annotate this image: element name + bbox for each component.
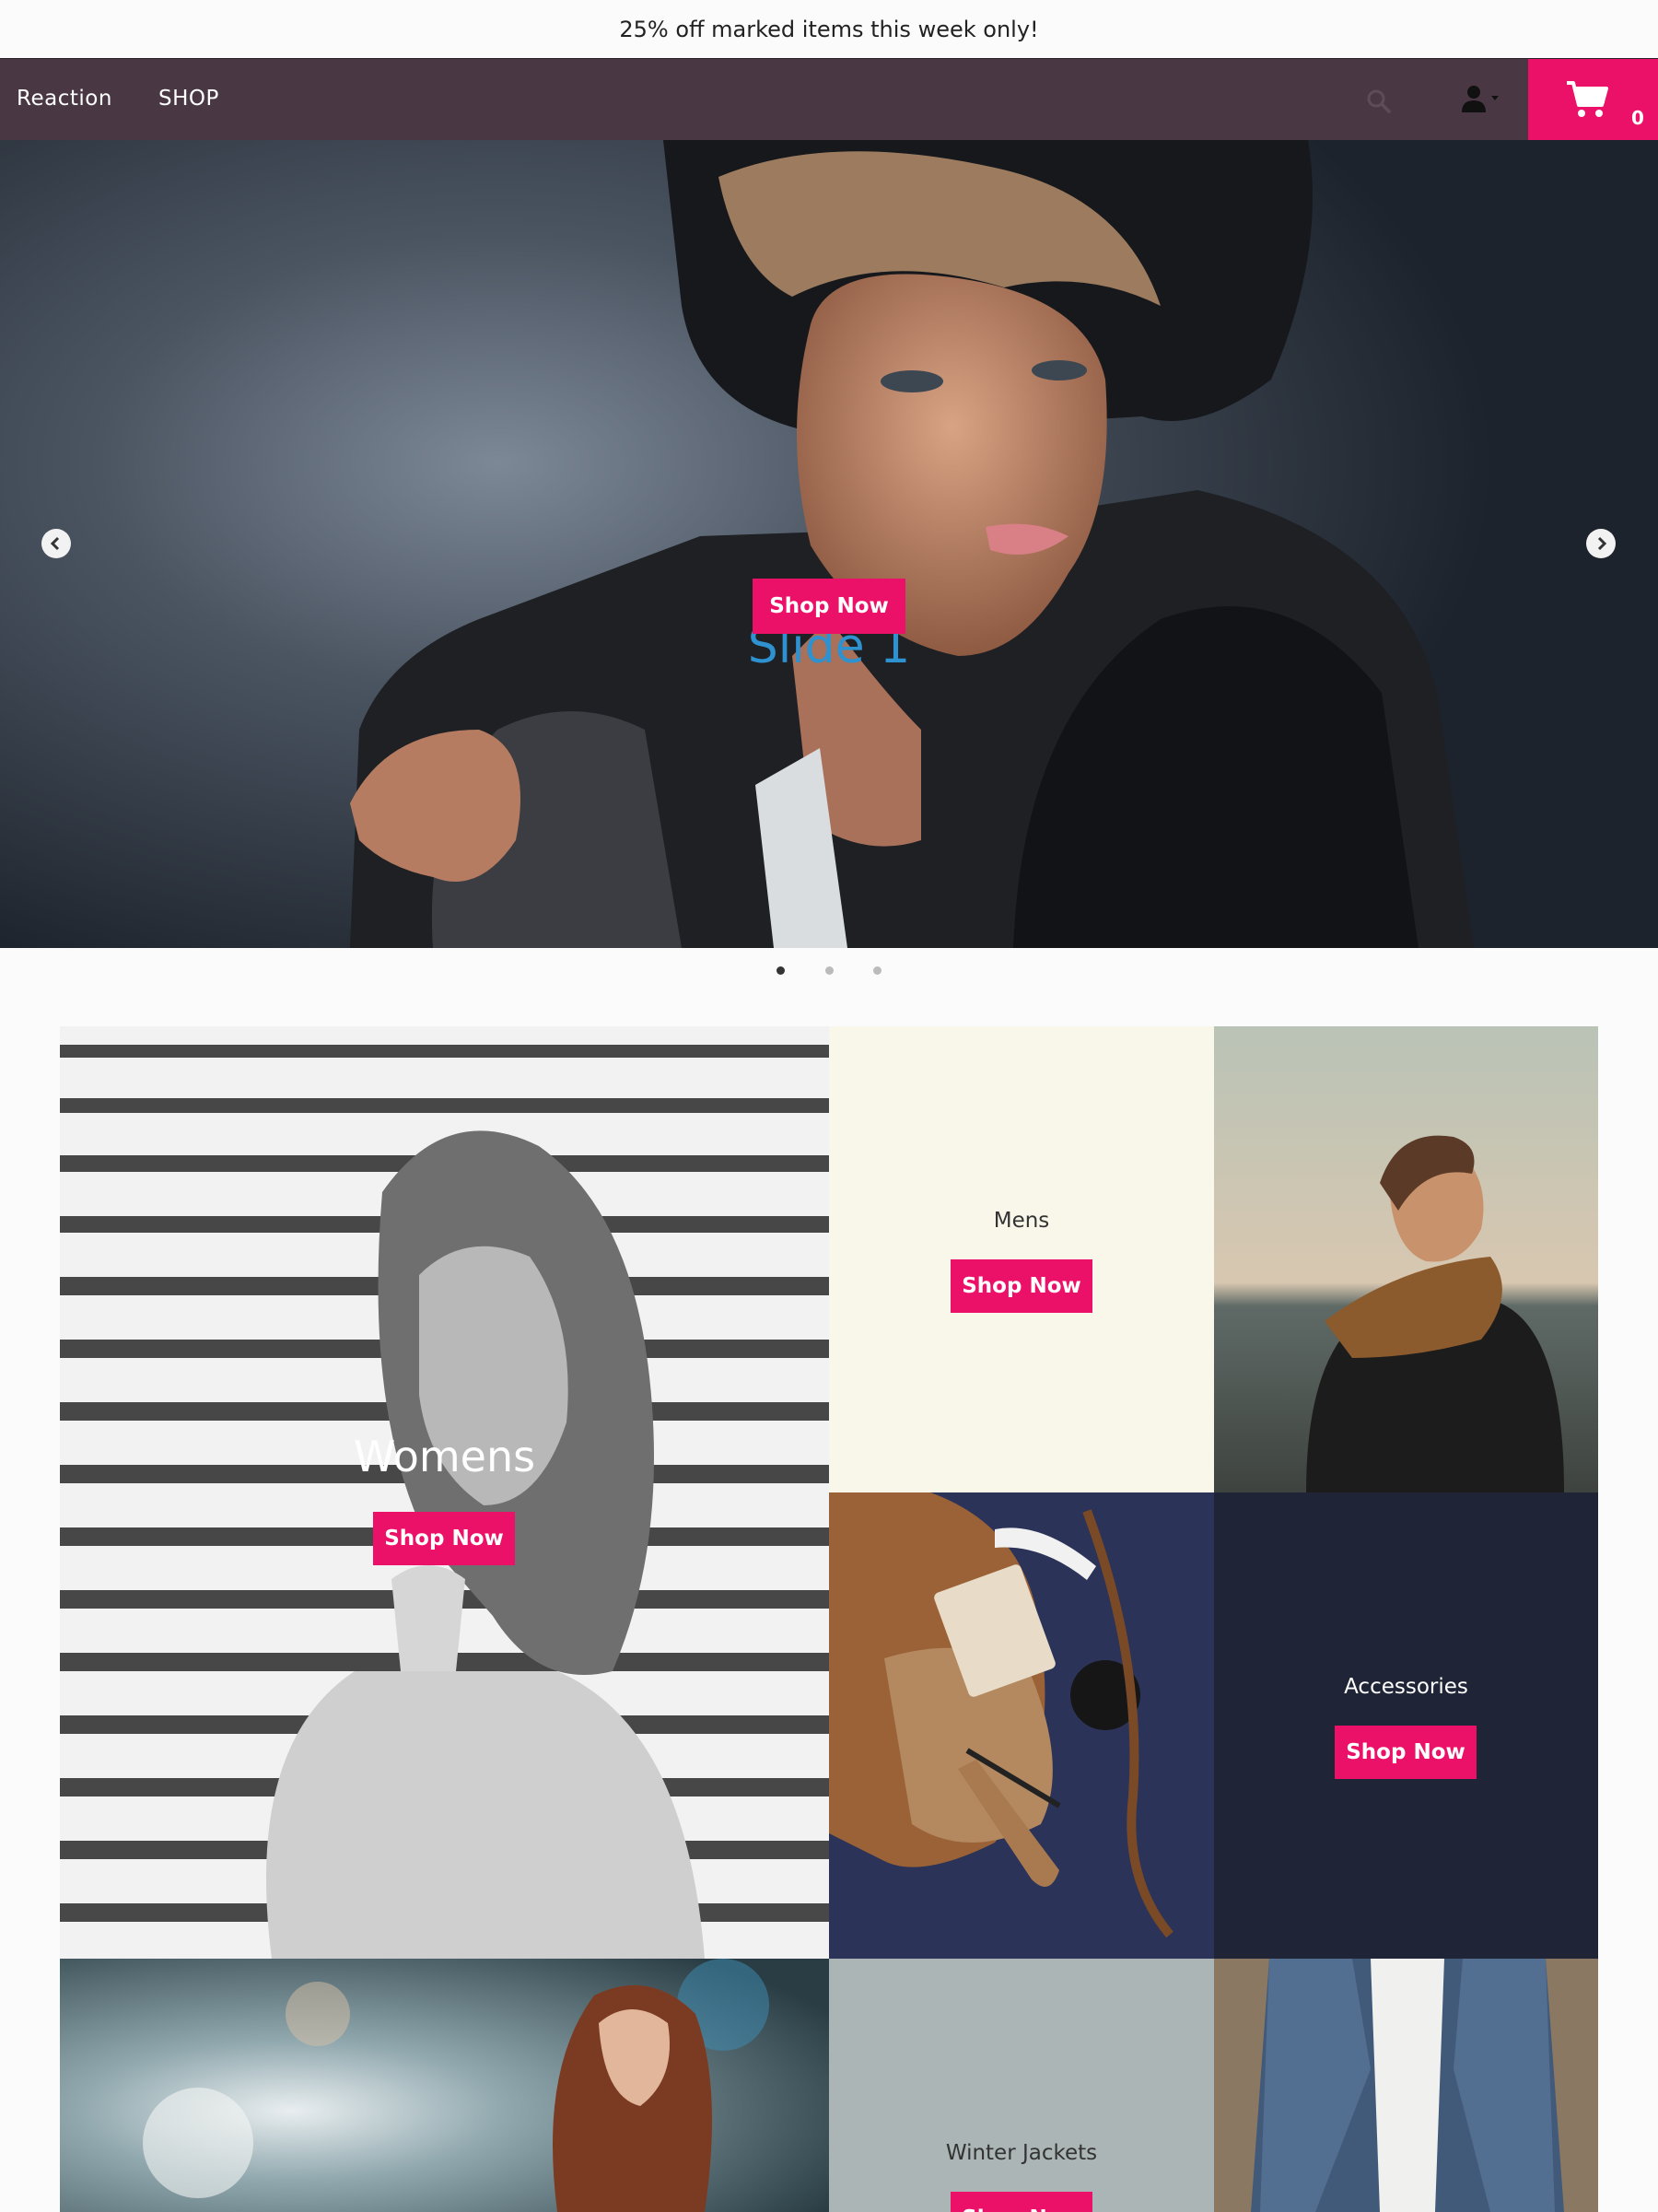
hero-shop-now-button[interactable]: Shop Now — [753, 579, 905, 634]
carousel-prev-button[interactable] — [41, 529, 71, 558]
accessories-label: Accessories — [1344, 1675, 1468, 1699]
carousel-dot-1[interactable] — [776, 966, 785, 975]
shop-link[interactable]: SHOP — [158, 87, 219, 111]
denim-jacket-photo — [1214, 1959, 1598, 2212]
cart-button[interactable]: 0 — [1528, 59, 1658, 141]
cart-count-badge: 0 — [1631, 107, 1644, 129]
chevron-right-icon — [1597, 536, 1607, 551]
carousel-dot-2[interactable] — [825, 966, 834, 975]
mens-shop-now-button[interactable]: Shop Now — [951, 1259, 1092, 1313]
hero-model-photo — [350, 140, 1474, 948]
accessories-photo-tile[interactable] — [829, 1492, 1214, 1959]
winter-jackets-label: Winter Jackets — [945, 2141, 1098, 2165]
mens-model-photo — [1214, 1026, 1598, 1492]
chevron-left-icon — [50, 536, 60, 551]
brand-link[interactable]: Reaction — [17, 87, 112, 111]
carousel-indicators — [0, 966, 1658, 977]
denim-photo-tile[interactable] — [1214, 1959, 1598, 2212]
user-account-icon[interactable] — [1460, 83, 1506, 116]
womens-label: Womens — [353, 1432, 536, 1481]
shopping-cart-icon — [1567, 81, 1608, 117]
womens-tile[interactable]: Womens Shop Now — [60, 1026, 829, 1959]
search-icon[interactable] — [1365, 88, 1393, 115]
womens-shop-now-button[interactable]: Shop Now — [373, 1512, 515, 1565]
accessories-photo — [829, 1492, 1214, 1959]
winter-jackets-shop-now-button[interactable]: Shop Now — [951, 2192, 1092, 2212]
womens-photo — [60, 1026, 829, 1959]
mens-photo-tile[interactable] — [1214, 1026, 1598, 1492]
carousel-dot-3[interactable] — [873, 966, 882, 975]
promo-text: 25% off marked items this week only! — [619, 16, 1039, 42]
winter-jackets-tile[interactable]: Winter Jackets Shop Now — [829, 1959, 1214, 2212]
mens-label: Mens — [993, 1209, 1050, 1233]
hero-carousel: Slide 1 Shop Now — [0, 140, 1658, 948]
winter-model-photo-tile[interactable] — [60, 1959, 829, 2212]
accessories-tile[interactable]: Accessories Shop Now — [1214, 1492, 1598, 1959]
mens-tile[interactable]: Mens Shop Now — [829, 1026, 1214, 1492]
winter-model-photo — [60, 1959, 829, 2212]
carousel-next-button[interactable] — [1586, 529, 1616, 558]
category-grid: Womens Shop Now Mens Shop Now Accessorie… — [60, 1026, 1598, 2212]
promo-banner: 25% off marked items this week only! — [0, 0, 1658, 58]
navbar: Reaction SHOP 0 — [0, 58, 1658, 141]
accessories-shop-now-button[interactable]: Shop Now — [1335, 1726, 1477, 1779]
